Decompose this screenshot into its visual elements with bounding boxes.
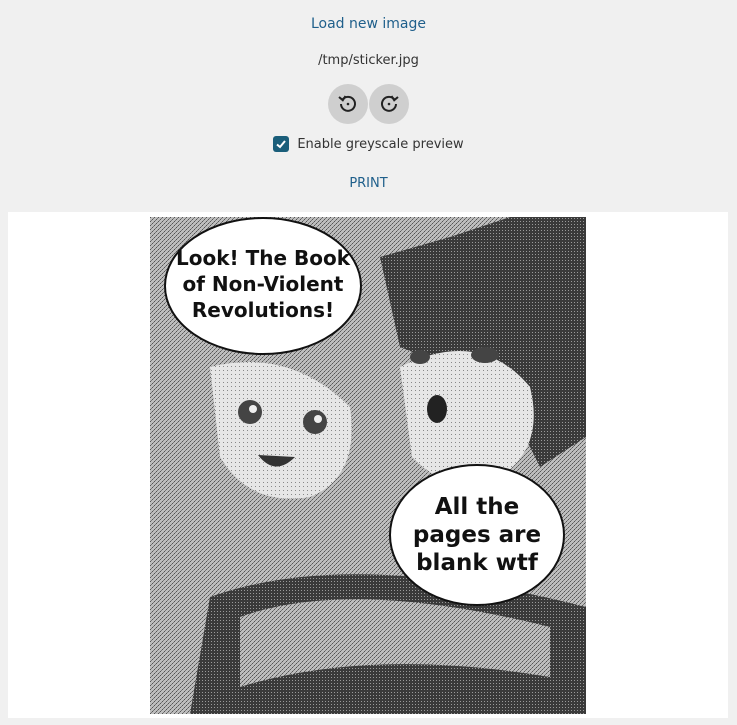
bubble-1-line-2: of Non-Violent [183, 272, 344, 296]
file-path-label: /tmp/sticker.jpg [318, 53, 419, 68]
rotate-left-icon [338, 95, 356, 112]
greyscale-toggle-row: Enable greyscale preview [0, 136, 737, 152]
bubble-1-line-1: Look! The Book [176, 246, 351, 270]
print-button[interactable]: PRINT [0, 176, 737, 191]
greyscale-label: Enable greyscale preview [297, 136, 464, 152]
checkmark-icon [276, 140, 287, 149]
bubble-2-line-3: blank wtf [416, 550, 539, 576]
sticker-print-page: Load new image /tmp/sticker.jpg Enable g… [0, 0, 737, 725]
sticker-preview-image: Look! The Book of Non-Violent Revolution… [150, 217, 586, 714]
preview-panel: Look! The Book of Non-Violent Revolution… [8, 212, 728, 718]
rotate-left-button[interactable] [328, 84, 368, 124]
greyscale-checkbox[interactable] [273, 136, 290, 152]
bubble-1-line-3: Revolutions! [192, 298, 334, 322]
rotate-controls [0, 84, 737, 124]
rotate-right-button[interactable] [369, 84, 409, 124]
bubble-2-line-2: pages are [413, 522, 541, 548]
load-new-image-link[interactable]: Load new image [0, 16, 737, 32]
bubble-2-line-1: All the [435, 494, 520, 520]
rotate-right-icon [381, 95, 399, 112]
